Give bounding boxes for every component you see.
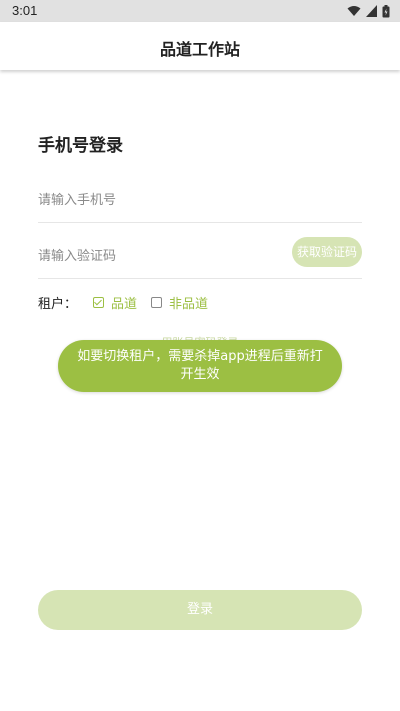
phone-field bbox=[38, 180, 362, 223]
checkbox-unchecked-icon[interactable] bbox=[151, 296, 163, 308]
battery-icon bbox=[382, 4, 390, 17]
app-bar: 品道工作站 bbox=[0, 22, 400, 70]
tenant-option-label: 非品道 bbox=[169, 296, 209, 312]
tenant-option-pindao[interactable]: 品道 bbox=[93, 293, 137, 312]
verification-code-input[interactable] bbox=[38, 244, 278, 268]
phone-input[interactable] bbox=[38, 188, 278, 212]
tenant-option-non-pindao[interactable]: 非品道 bbox=[151, 293, 208, 312]
status-time: 3:01 bbox=[12, 3, 38, 18]
status-bar: 3:01 bbox=[0, 0, 400, 22]
signal-icon bbox=[366, 5, 377, 17]
tenant-selector: 租户： 品道 非品道 bbox=[38, 292, 222, 312]
status-icons bbox=[347, 4, 390, 18]
page-title: 品道工作站 bbox=[159, 40, 240, 59]
get-code-button[interactable]: 获取验证码 bbox=[292, 237, 362, 267]
wifi-icon bbox=[347, 6, 361, 16]
code-field: 获取验证码 bbox=[38, 236, 362, 279]
toast-message: 如要切换租户，需要杀掉app进程后重新打开生效 bbox=[58, 340, 342, 392]
tenant-label: 租户： bbox=[38, 296, 78, 312]
login-button[interactable]: 登录 bbox=[38, 590, 362, 630]
checkbox-checked-icon[interactable] bbox=[93, 296, 105, 308]
tenant-option-label: 品道 bbox=[111, 296, 138, 312]
login-heading: 手机号登录 bbox=[38, 136, 123, 156]
